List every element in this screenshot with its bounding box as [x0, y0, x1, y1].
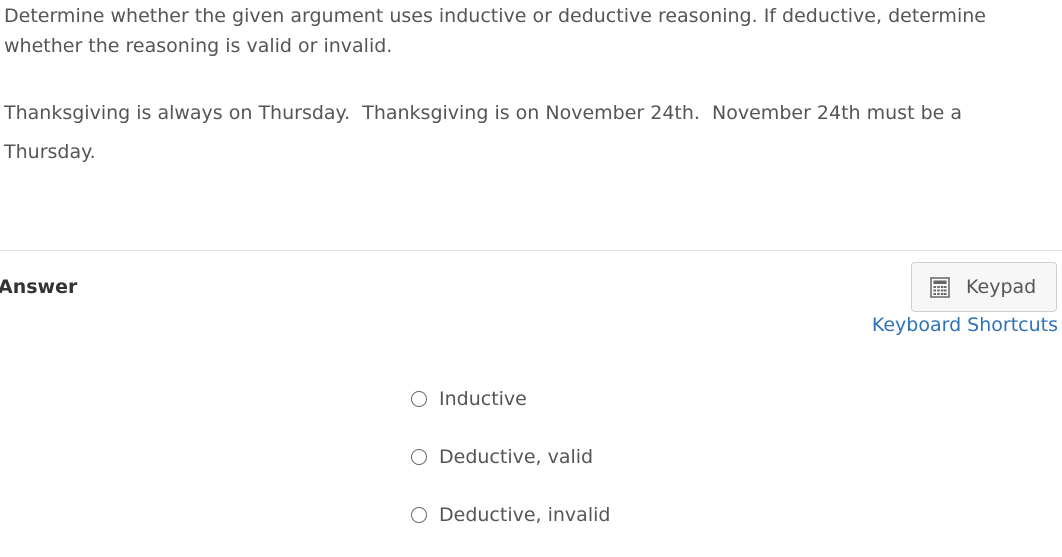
argument-line-1: Thanksgiving is always on Thursday. Than… — [4, 102, 962, 124]
radio-button[interactable] — [411, 391, 427, 407]
option-deductive-invalid[interactable]: Deductive, invalid — [411, 499, 610, 531]
radio-button[interactable] — [411, 449, 427, 465]
option-label: Deductive, valid — [439, 446, 594, 468]
answer-heading: Answer — [0, 276, 78, 298]
argument-line-2: Thursday. — [4, 141, 96, 163]
section-divider — [0, 250, 1062, 251]
keyboard-shortcuts-link[interactable]: Keyboard Shortcuts — [872, 314, 1058, 336]
keypad-label: Keypad — [966, 276, 1037, 298]
option-label: Deductive, invalid — [439, 504, 611, 526]
argument-text: Thanksgiving is always on Thursday. Than… — [4, 94, 1044, 172]
calculator-icon — [930, 276, 950, 298]
keypad-button[interactable]: Keypad — [911, 262, 1057, 312]
option-label: Inductive — [439, 388, 527, 410]
question-prompt: Determine whether the given argument use… — [4, 5, 986, 57]
answer-options: Inductive Deductive, valid Deductive, in… — [411, 383, 610, 557]
option-inductive[interactable]: Inductive — [411, 383, 610, 415]
radio-button[interactable] — [411, 507, 427, 523]
option-deductive-valid[interactable]: Deductive, valid — [411, 441, 610, 473]
